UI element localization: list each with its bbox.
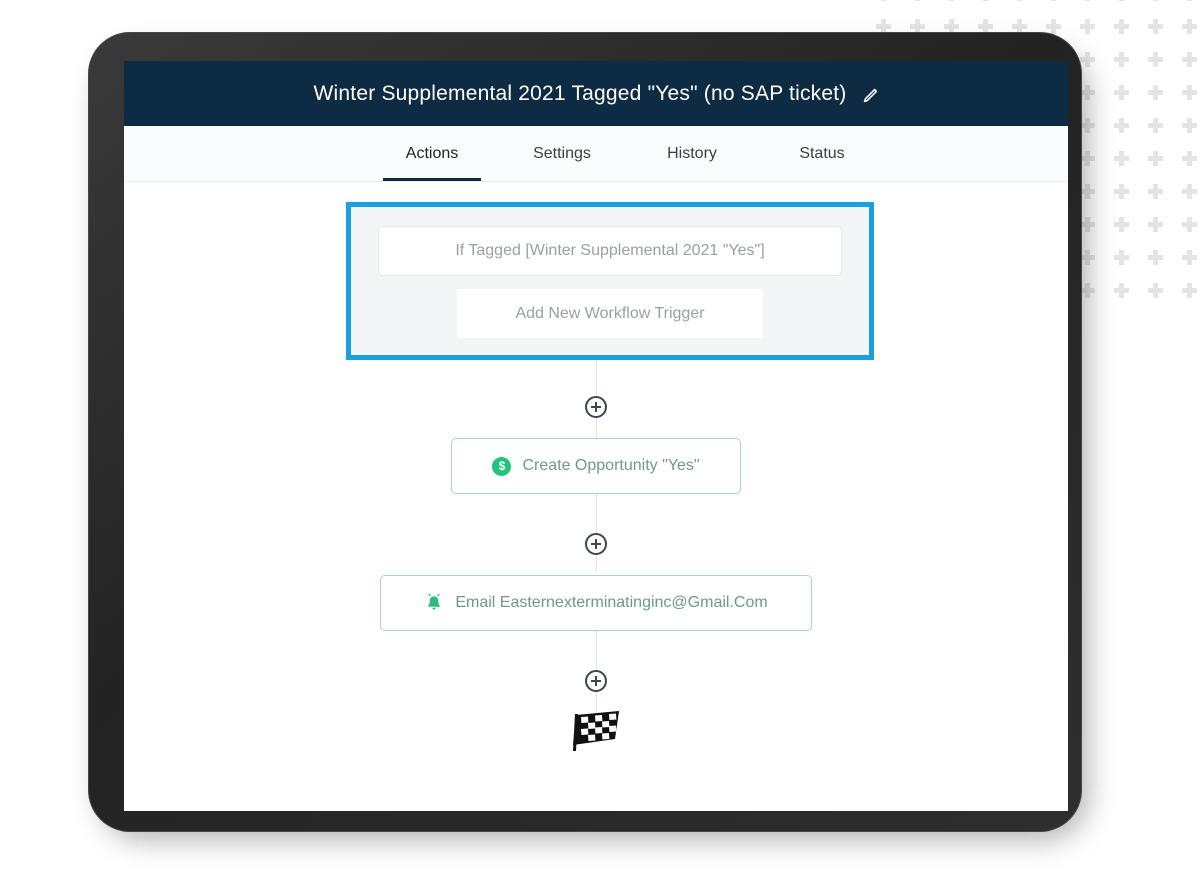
add-step-button-1[interactable] (585, 396, 607, 418)
plus-icon (1148, 184, 1163, 199)
add-workflow-trigger-button[interactable]: Add New Workflow Trigger (457, 289, 763, 338)
plus-icon (1148, 52, 1163, 67)
tab-label: History (667, 144, 717, 162)
plus-icon (1148, 151, 1163, 166)
plus-icon (1148, 118, 1163, 133)
bell-icon (424, 593, 444, 613)
trigger-group-highlight: If Tagged [Winter Supplemental 2021 "Yes… (346, 202, 874, 360)
tab-label: Settings (533, 144, 591, 162)
plus-icon (1148, 0, 1163, 1)
tab-history[interactable]: History (627, 126, 757, 181)
plus-icon (1148, 250, 1163, 265)
plus-icon (1114, 85, 1129, 100)
plus-icon (1114, 151, 1129, 166)
plus-icon (978, 0, 993, 1)
plus-icon (1182, 151, 1197, 166)
plus-icon (1148, 85, 1163, 100)
dollar-glyph: $ (498, 459, 506, 473)
plus-icon (1046, 19, 1061, 34)
tab-bar: Actions Settings History Status (124, 126, 1068, 182)
plus-icon (1046, 0, 1061, 1)
add-step-button-2[interactable] (585, 533, 607, 555)
device-screen: Winter Supplemental 2021 Tagged "Yes" (n… (124, 61, 1068, 811)
dollar-circle-icon: $ (492, 456, 512, 476)
tab-settings[interactable]: Settings (497, 126, 627, 181)
add-step-button-3[interactable] (585, 670, 607, 692)
plus-icon (1148, 19, 1163, 34)
action-node-label: Email Easternexterminatinginc@Gmail.Com (455, 594, 768, 611)
plus-icon (1182, 283, 1197, 298)
plus-icon (1182, 52, 1197, 67)
action-node-send-email[interactable]: Email Easternexterminatinginc@Gmail.Com (380, 575, 812, 631)
plus-icon (1182, 85, 1197, 100)
plus-icon (1114, 118, 1129, 133)
plus-icon (1148, 217, 1163, 232)
checkered-flag-icon (570, 709, 622, 753)
app-header: Winter Supplemental 2021 Tagged "Yes" (n… (124, 61, 1068, 126)
tab-label: Status (799, 144, 845, 162)
trigger-condition[interactable]: If Tagged [Winter Supplemental 2021 "Yes… (378, 226, 842, 276)
plus-icon (876, 0, 891, 1)
plus-icon (1012, 0, 1027, 1)
tab-status[interactable]: Status (757, 126, 887, 181)
tab-actions[interactable]: Actions (367, 126, 497, 181)
plus-icon (1114, 52, 1129, 67)
plus-icon (1114, 19, 1129, 34)
plus-icon (944, 0, 959, 1)
action-node-label: Create Opportunity "Yes" (522, 457, 700, 474)
plus-icon (1148, 283, 1163, 298)
plus-icon (1182, 217, 1197, 232)
plus-icon (1182, 250, 1197, 265)
plus-icon (1080, 52, 1095, 67)
plus-icon (1114, 184, 1129, 199)
pencil-icon[interactable] (862, 88, 878, 104)
plus-icon (1114, 217, 1129, 232)
plus-icon (1114, 283, 1129, 298)
plus-icon (1080, 19, 1095, 34)
plus-icon (1080, 0, 1095, 1)
screenshot-stage: Winter Supplemental 2021 Tagged "Yes" (n… (0, 0, 1200, 878)
tab-label: Actions (405, 144, 459, 162)
trigger-group: If Tagged [Winter Supplemental 2021 "Yes… (351, 207, 869, 355)
workflow-canvas: If Tagged [Winter Supplemental 2021 "Yes… (124, 182, 1068, 811)
plus-icon (1114, 0, 1129, 1)
plus-icon (1182, 0, 1197, 1)
plus-icon (1182, 19, 1197, 34)
plus-icon (1182, 184, 1197, 199)
page-title: Winter Supplemental 2021 Tagged "Yes" (n… (313, 81, 847, 105)
plus-icon (910, 0, 925, 1)
action-node-create-opportunity[interactable]: $ Create Opportunity "Yes" (451, 438, 741, 494)
plus-icon (1182, 118, 1197, 133)
plus-icon (1114, 250, 1129, 265)
